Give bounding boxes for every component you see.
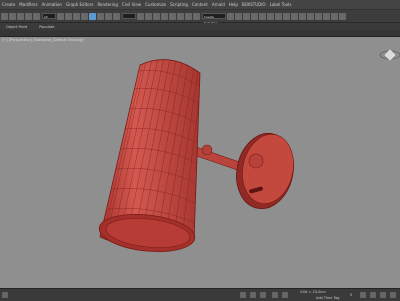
keyboard-shortcut-icon[interactable] xyxy=(153,12,160,20)
menu-animation[interactable]: Animation xyxy=(40,2,64,7)
link-icon[interactable] xyxy=(17,12,24,20)
menu-arnold[interactable]: Arnold xyxy=(210,2,227,7)
place-icon[interactable] xyxy=(113,12,120,20)
lock-selection-icon[interactable] xyxy=(240,292,246,298)
maxscript-listener-icon[interactable] xyxy=(2,292,8,298)
set-key-icon[interactable] xyxy=(260,292,266,298)
select-object-icon[interactable] xyxy=(57,12,64,20)
window-crossing-icon[interactable] xyxy=(81,12,88,20)
move-icon[interactable] xyxy=(89,12,96,20)
arnold-icon[interactable] xyxy=(331,12,338,20)
menu-graph-editors[interactable]: Graph Editors xyxy=(64,2,95,7)
rotate-icon[interactable] xyxy=(97,12,104,20)
render-iterative-icon[interactable] xyxy=(307,12,314,20)
ribbon-panel-strip xyxy=(0,30,400,37)
add-time-tag-button[interactable]: Add Time Tag xyxy=(316,296,340,300)
orbit-icon[interactable] xyxy=(390,292,396,298)
scale-icon[interactable] xyxy=(105,12,112,20)
ribbon: Object Paint Populate xyxy=(0,23,400,30)
render-production-icon[interactable] xyxy=(299,12,306,20)
a360-gallery-icon[interactable] xyxy=(323,12,330,20)
redo-icon[interactable] xyxy=(9,12,16,20)
viewport-canvas[interactable] xyxy=(0,37,400,288)
menu-bar: Create Modifiers Animation Graph Editors… xyxy=(0,0,400,10)
selection-filter-dropdown[interactable]: All xyxy=(42,13,56,19)
play-icon[interactable] xyxy=(272,292,278,298)
main-toolbar: All Create Selection Se... xyxy=(0,10,400,31)
lamp-wall-plate xyxy=(236,132,294,210)
curve-editor-icon[interactable] xyxy=(259,12,266,20)
menu-help[interactable]: Help xyxy=(227,2,240,7)
render-setup-icon[interactable] xyxy=(283,12,290,20)
snaps-toggle-icon[interactable] xyxy=(161,12,168,20)
layer-explorer-icon[interactable] xyxy=(243,12,250,20)
menu-boxstudio[interactable]: BOXSTUDIO xyxy=(240,2,268,7)
render-in-cloud-icon[interactable] xyxy=(315,12,322,20)
select-manipulate-icon[interactable] xyxy=(145,12,152,20)
frame-field[interactable]: 0 xyxy=(350,293,352,297)
grid-readout: Grid = 10,0cm xyxy=(300,290,326,294)
schematic-view-icon[interactable] xyxy=(267,12,274,20)
align-icon[interactable] xyxy=(235,12,242,20)
extra-tool-icon[interactable] xyxy=(339,12,346,20)
perspective-viewport[interactable]: [+] [Perspective] [Standard] [Default Sh… xyxy=(0,37,400,288)
material-editor-icon[interactable] xyxy=(275,12,282,20)
select-by-name-icon[interactable] xyxy=(65,12,72,20)
spinner-snap-icon[interactable] xyxy=(185,12,192,20)
ribbon-tab-object-paint[interactable]: Object Paint xyxy=(0,25,33,29)
menu-rendering[interactable]: Rendering xyxy=(95,2,119,7)
viewcube-icon[interactable] xyxy=(379,48,400,62)
ribbon-tab-populate[interactable]: Populate xyxy=(33,25,60,29)
menu-create[interactable]: Create xyxy=(0,2,17,7)
rendered-frame-window-icon[interactable] xyxy=(291,12,298,20)
angle-snap-icon[interactable] xyxy=(169,12,176,20)
undo-icon[interactable] xyxy=(1,12,8,20)
named-selection-set-dropdown[interactable]: Create Selection Se... xyxy=(202,13,226,31)
status-bar: Grid = 10,0cm Add Time Tag 0 xyxy=(0,288,400,301)
zoom-all-icon[interactable] xyxy=(370,292,376,298)
auto-key-icon[interactable] xyxy=(250,292,256,298)
edit-named-selection-icon[interactable] xyxy=(193,12,200,20)
lamp-cylinder xyxy=(98,59,201,252)
reference-coord-dropdown[interactable] xyxy=(122,13,136,19)
mirror-icon[interactable] xyxy=(227,12,234,20)
pivot-center-icon[interactable] xyxy=(137,12,144,20)
bind-space-warp-icon[interactable] xyxy=(33,12,40,20)
region-select-icon[interactable] xyxy=(73,12,80,20)
menu-modifiers[interactable]: Modifiers xyxy=(17,2,39,7)
unlink-icon[interactable] xyxy=(25,12,32,20)
percent-snap-icon[interactable] xyxy=(177,12,184,20)
menu-customize[interactable]: Customize xyxy=(143,2,168,7)
menu-label-tools[interactable]: Label Tools xyxy=(268,2,294,7)
menu-scripting[interactable]: Scripting xyxy=(168,2,190,7)
viewport-label[interactable]: [+] [Perspective] [Standard] [Default Sh… xyxy=(2,38,84,42)
menu-civil-view[interactable]: Civil View xyxy=(120,2,143,7)
toggle-ribbon-icon[interactable] xyxy=(251,12,258,20)
zoom-icon[interactable] xyxy=(360,292,366,298)
next-frame-icon[interactable] xyxy=(282,292,288,298)
menu-content[interactable]: Content xyxy=(190,2,210,7)
pan-icon[interactable] xyxy=(380,292,386,298)
